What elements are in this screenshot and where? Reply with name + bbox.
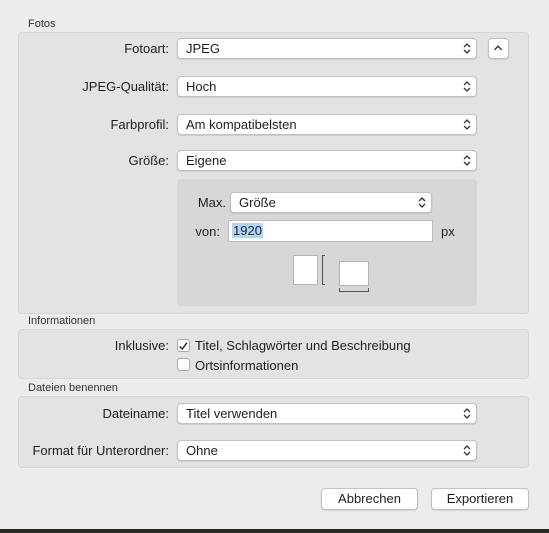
include-label: Inklusive:	[114, 338, 169, 353]
size-label: Größe:	[128, 153, 169, 168]
checkmark-icon	[179, 342, 188, 351]
section-title-info: Informationen	[28, 315, 96, 327]
color-profile-value: Am kompatibelsten	[186, 117, 297, 132]
section-title-naming: Dateien benennen	[28, 382, 118, 394]
photo-type-popup[interactable]: JPEG	[177, 38, 477, 59]
subfolder-format-popup[interactable]: Ohne	[177, 440, 477, 461]
up-down-chevron-icon	[463, 81, 471, 92]
photo-type-label: Fotoart:	[124, 41, 169, 56]
height-bracket-icon	[322, 255, 325, 285]
checkbox-title-keywords[interactable]	[177, 339, 190, 352]
max-dimension-popup[interactable]: Größe	[230, 192, 432, 213]
filename-popup[interactable]: Titel verwenden	[177, 403, 477, 424]
collapse-button[interactable]	[488, 38, 509, 59]
up-down-chevron-icon	[463, 155, 471, 166]
width-bracket-icon	[339, 288, 369, 292]
background-window-strip	[0, 529, 549, 533]
size-value: Eigene	[186, 153, 227, 168]
chevron-up-icon	[493, 45, 503, 51]
color-profile-label: Farbprofil:	[110, 117, 169, 132]
up-down-chevron-icon	[463, 408, 471, 419]
landscape-orientation-icon[interactable]	[339, 261, 369, 286]
section-title-photos: Fotos	[28, 18, 56, 30]
up-down-chevron-icon	[418, 197, 426, 208]
subfolder-format-label: Format für Unterordner:	[32, 443, 169, 458]
jpeg-quality-label: JPEG-Qualität:	[82, 79, 169, 94]
checkbox-title-keywords-label: Titel, Schlagwörter und Beschreibung	[195, 338, 411, 353]
max-label: Max.	[197, 195, 226, 210]
up-down-chevron-icon	[463, 119, 471, 130]
filename-value: Titel verwenden	[186, 406, 278, 421]
checkbox-location[interactable]	[177, 358, 190, 371]
portrait-orientation-icon[interactable]	[293, 255, 318, 285]
up-down-chevron-icon	[463, 43, 471, 54]
photo-type-value: JPEG	[186, 41, 220, 56]
size-input[interactable]: 1920	[228, 220, 433, 242]
size-popup[interactable]: Eigene	[177, 150, 477, 171]
cancel-button[interactable]: Abbrechen	[321, 488, 418, 510]
color-profile-popup[interactable]: Am kompatibelsten	[177, 114, 477, 135]
subfolder-format-value: Ohne	[186, 443, 218, 458]
unit-label: px	[441, 224, 455, 239]
checkbox-location-label: Ortsinformationen	[195, 358, 299, 373]
filename-label: Dateiname:	[102, 406, 169, 421]
jpeg-quality-popup[interactable]: Hoch	[177, 76, 477, 97]
max-dimension-value: Größe	[239, 195, 276, 210]
size-input-value: 1920	[232, 223, 263, 238]
from-label: von:	[195, 224, 220, 239]
jpeg-quality-value: Hoch	[186, 79, 217, 94]
up-down-chevron-icon	[463, 445, 471, 456]
export-button[interactable]: Exportieren	[431, 488, 529, 510]
